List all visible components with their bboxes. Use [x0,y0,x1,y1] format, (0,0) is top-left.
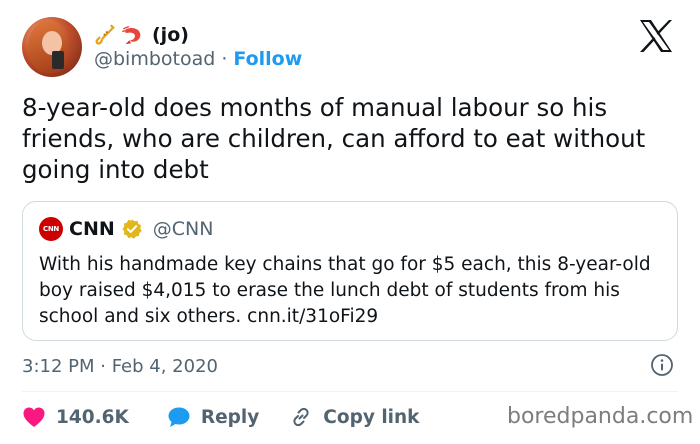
quoted-author-name: CNN [69,218,115,240]
reply-bubble-icon [168,407,190,427]
handle-row: @bimbotoad · Follow [94,48,302,70]
author-name-row[interactable]: (jo) [94,22,189,48]
tweet-text: 8-year-old does months of manual labour … [22,93,646,184]
reply-button[interactable]: Reply [167,406,259,428]
display-name[interactable]: (jo) [152,24,189,46]
reply-label: Reply [200,406,260,428]
author-handle[interactable]: @bimbotoad [94,48,215,70]
quoted-tweet-header: CNN CNN @CNN [39,216,213,242]
quoted-author-handle: @CNN [152,218,214,240]
quoted-tweet[interactable]: CNN CNN @CNN With his handmade key chain… [22,201,678,341]
tweet-timestamp[interactable]: 3:12 PM · Feb 4, 2020 [22,356,218,377]
like-button[interactable]: 140.6K [22,406,129,428]
quoted-tweet-text: With his handmade key chains that go for… [39,254,651,327]
avatar[interactable] [22,17,82,77]
shrimp-icon [122,26,141,45]
info-icon[interactable] [650,353,674,377]
saxophone-icon [95,24,115,45]
verified-badge-icon [122,219,142,239]
like-count: 140.6K [56,406,129,428]
copy-link-label: Copy link [323,406,420,428]
divider [22,391,678,392]
follow-button[interactable]: Follow [233,48,302,70]
copy-link-button[interactable]: Copy link [289,405,419,429]
tweet-card: (jo) @bimbotoad · Follow 8-year-old does… [0,0,700,444]
x-logo-icon[interactable] [636,18,676,54]
separator-dot: · [221,48,228,70]
watermark: boredpanda.com [507,404,694,429]
action-bar: 140.6K Reply Copy link [22,403,419,431]
link-icon [293,407,309,427]
heart-icon [23,407,45,427]
cnn-logo-icon: CNN [39,217,63,241]
